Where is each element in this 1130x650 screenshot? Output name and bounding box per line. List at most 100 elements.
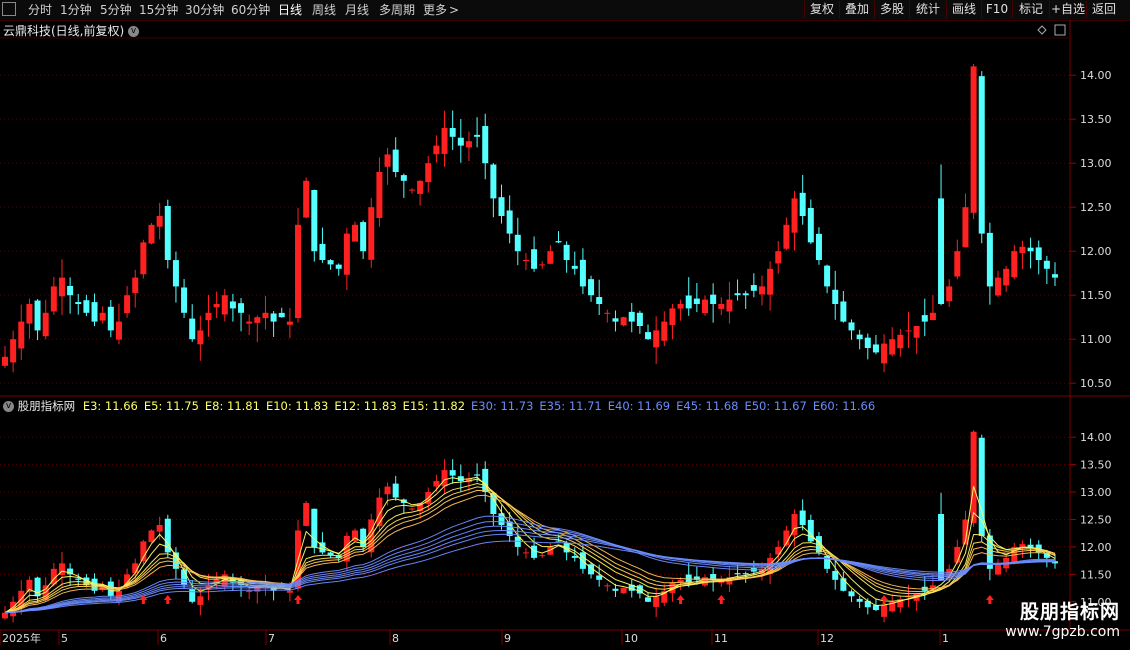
- p1-candle-115: [938, 198, 945, 304]
- pane1-ytick-3: 12.50: [1080, 201, 1112, 214]
- p2-candle-90: [734, 573, 741, 575]
- p1-candle-0: [2, 356, 8, 366]
- p2-candle-75: [612, 588, 619, 591]
- p2-candle-115: [938, 514, 945, 580]
- p1-candle-58: [474, 134, 481, 137]
- x-label-3: 7: [268, 632, 275, 645]
- p1-candle-108: [881, 343, 888, 364]
- p1-candle-100: [815, 233, 822, 260]
- p1-candle-117: [954, 251, 961, 277]
- p1-candle-34: [278, 312, 285, 318]
- p1-candle-14: [115, 321, 122, 340]
- kline-chart[interactable]: 14.00 13.50 13.00 12.50 12.00 11.50 11.00 10.50…: [0, 0, 1130, 650]
- p1-candle-85: [693, 298, 700, 304]
- pane2-ytick-5: 11.50: [1080, 568, 1112, 581]
- p1-candle-102: [832, 289, 839, 304]
- pane2-ytick-4: 12.00: [1080, 541, 1112, 554]
- p2-candle-74: [604, 585, 611, 587]
- legend-item-0: E3: 11.66: [82, 399, 138, 413]
- p1-candle-96: [783, 224, 790, 249]
- p2-candle-117: [954, 546, 961, 563]
- p1-candle-12: [99, 312, 106, 321]
- p2-candle-76: [620, 588, 627, 594]
- p1-candle-93: [758, 286, 765, 295]
- p1-candle-122: [995, 277, 1002, 296]
- p2-candle-0: [2, 612, 8, 619]
- p2-candle-103: [840, 578, 847, 591]
- p2-candle-44: [360, 528, 367, 547]
- p1-candle-119: [970, 66, 977, 213]
- p1-candle-127: [1035, 247, 1042, 260]
- p1-candle-53: [433, 145, 440, 155]
- p2-candle-66: [539, 555, 546, 557]
- p1-candle-4: [34, 300, 41, 331]
- pane1-ytick-6: 11.00: [1080, 333, 1112, 346]
- p1-candle-2: [18, 321, 25, 349]
- p1-candle-104: [848, 322, 855, 331]
- p1-candle-76: [620, 317, 627, 326]
- legend-item-9: E45: 11.68: [676, 399, 739, 413]
- indicator-name: 股朋指标网: [17, 399, 76, 413]
- pane2-ytick-3: 12.50: [1080, 513, 1112, 526]
- p1-candle-19: [156, 216, 163, 227]
- legend-item-1: E5: 11.75: [143, 399, 199, 413]
- p2-candle-23: [189, 588, 196, 602]
- p1-candle-101: [824, 265, 831, 287]
- chevron-down-icon[interactable]: v: [3, 401, 14, 412]
- p1-candle-120: [978, 76, 985, 234]
- p1-candle-50: [408, 189, 415, 191]
- x-label-9: 1: [942, 632, 949, 645]
- p2-candle-9: [75, 578, 82, 580]
- pane2-ytick-1: 13.50: [1080, 459, 1112, 472]
- p2-candle-47: [384, 486, 391, 495]
- p1-candle-103: [840, 301, 847, 322]
- p1-candle-114: [929, 312, 936, 321]
- p1-candle-29: [238, 303, 245, 313]
- p1-candle-94: [767, 268, 774, 295]
- ema-line-E12: [4, 489, 1056, 614]
- chevron-down-icon[interactable]: v: [128, 26, 140, 37]
- pane1-ytick-0: 14.00: [1080, 69, 1112, 82]
- x-label-5: 9: [504, 632, 511, 645]
- p1-candle-42: [343, 233, 350, 275]
- p1-candle-30: [246, 321, 253, 324]
- x-label-1: 5: [61, 632, 68, 645]
- p1-candle-106: [864, 337, 871, 348]
- p1-candle-109: [889, 339, 896, 355]
- p1-candle-43: [352, 224, 358, 242]
- p2-candle-53: [433, 481, 440, 487]
- p1-candle-92: [750, 285, 757, 291]
- p1-candle-62: [506, 210, 513, 234]
- p1-candle-20: [164, 205, 171, 260]
- p1-candle-48: [392, 149, 399, 172]
- p1-candle-28: [229, 301, 236, 309]
- p1-candle-86: [702, 299, 708, 314]
- p1-candle-21: [172, 260, 179, 287]
- p2-candle-46: [376, 497, 383, 527]
- legend-item-3: E10: 11.83: [265, 399, 329, 413]
- p1-candle-25: [205, 312, 212, 321]
- p1-candle-105: [856, 334, 863, 340]
- p1-candle-40: [327, 260, 334, 265]
- stock-title: 云鼎科技(日线,前复权): [3, 24, 125, 38]
- p1-candle-67: [547, 251, 554, 264]
- p1-candle-16: [132, 277, 139, 293]
- p1-candle-91: [742, 293, 749, 296]
- p1-candle-89: [726, 299, 733, 312]
- p1-candle-72: [588, 279, 595, 296]
- p1-candle-49: [400, 175, 407, 181]
- pane2-ytick-2: 13.00: [1080, 486, 1112, 499]
- p1-candle-126: [1027, 247, 1034, 252]
- p1-candle-36: [295, 224, 302, 319]
- p2-candle-54: [441, 470, 448, 487]
- p1-candle-68: [555, 241, 562, 243]
- p1-candle-128: [1043, 260, 1050, 269]
- p1-candle-64: [522, 260, 529, 262]
- pane1-ytick-4: 12.00: [1080, 245, 1112, 258]
- p2-candle-91: [742, 573, 749, 575]
- p1-candle-63: [514, 234, 521, 252]
- p2-candle-24: [197, 596, 204, 605]
- legend-item-6: E30: 11.73: [471, 399, 534, 413]
- p1-candle-112: [913, 326, 920, 338]
- buy-arrow-icon: [163, 595, 172, 604]
